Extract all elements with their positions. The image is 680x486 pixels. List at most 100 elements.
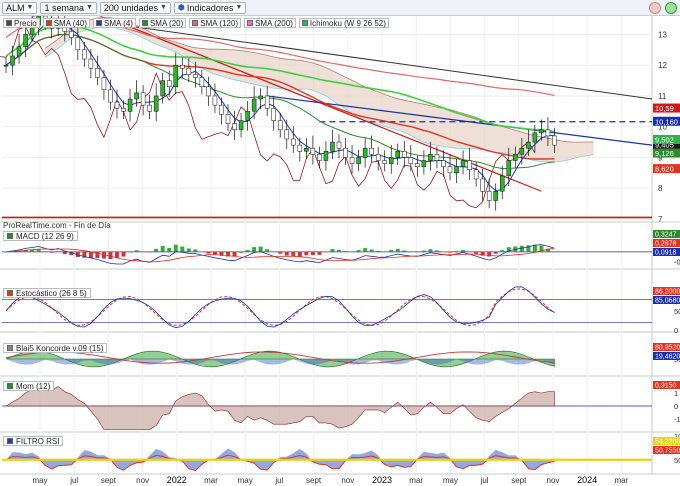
candle-body — [388, 157, 394, 164]
candle-body — [193, 74, 198, 78]
candle-body — [219, 104, 224, 115]
macd-histogram-bar — [265, 249, 270, 252]
candle-body — [277, 120, 283, 131]
chart-canvas: 78910111213may jul sept nov 2022 mar may jul sep… — [0, 16, 680, 486]
candle-body — [421, 160, 427, 167]
panel-title: FILTRO RSI — [16, 436, 60, 446]
legend-item-sma200[interactable]: SMA (200) — [244, 18, 296, 28]
symbol-label: ALM — [6, 2, 25, 13]
panel-swatch — [7, 290, 13, 296]
candle-body — [434, 154, 440, 161]
macd-histogram-bar — [245, 249, 250, 252]
candle-body — [108, 89, 113, 103]
legend-item-sma40[interactable]: SMA (40) — [42, 18, 91, 28]
indicators-button[interactable]: ⬢ Indicadores ▼ — [173, 1, 247, 14]
candle-body — [415, 163, 420, 167]
chevron-down-icon: ▼ — [85, 4, 93, 11]
value-tag-label: 9,502 — [655, 135, 674, 144]
candle-body — [349, 157, 355, 164]
macd-histogram-bar — [291, 251, 296, 257]
candle-body — [382, 160, 387, 164]
y-tick-label: -0,5 — [674, 257, 680, 266]
legend-item-sma120[interactable]: SMA (120) — [189, 18, 242, 28]
candle-body — [552, 135, 557, 146]
legend-swatch — [192, 20, 199, 26]
status-icon[interactable] — [665, 1, 677, 14]
candle-body — [258, 95, 263, 100]
x-tick-label: mar — [409, 476, 423, 485]
panel-swatch — [7, 233, 13, 239]
y-tick-label: 1 — [674, 389, 678, 398]
alert-icon[interactable] — [649, 1, 661, 14]
legend-label: SMA (40) — [53, 18, 88, 28]
candle-body — [317, 154, 322, 161]
macd-histogram-bar — [428, 249, 433, 252]
value-tag-label: 0,3247 — [655, 232, 677, 239]
value-tag-label: 0,0918 — [655, 250, 677, 257]
macd-histogram-bar — [128, 251, 133, 253]
macd-histogram-bar — [88, 251, 93, 259]
legend-item-sma4[interactable]: SMA (4) — [93, 18, 136, 28]
candle-body — [101, 77, 107, 91]
value-tag-label: 10,160 — [655, 117, 678, 126]
macd-histogram-bar — [232, 251, 237, 257]
legend-label: SMA (4) — [104, 18, 133, 28]
x-tick-label: jul — [69, 476, 78, 485]
macd-histogram-bar — [284, 251, 289, 256]
panel-label-momentum[interactable]: Mom (12) — [3, 381, 55, 391]
macd-histogram-bar — [454, 251, 459, 252]
macd-histogram-bar — [297, 251, 302, 257]
macd-histogram-bar — [304, 251, 309, 256]
price-legend: Precio SMA (40) SMA (4) SMA (20) SMA (12… — [3, 18, 389, 28]
y-tick-label: 7 — [658, 215, 663, 224]
macd-histogram-bar — [448, 251, 452, 253]
y-tick-label: 0 — [674, 326, 678, 335]
candle-body — [166, 80, 172, 87]
panel-swatch — [7, 345, 13, 351]
candle-body — [362, 147, 368, 158]
panel-label-rsi-filter[interactable]: FILTRO RSI — [3, 436, 64, 446]
candle-body — [284, 129, 290, 140]
candle-body — [447, 166, 453, 174]
candle-body — [375, 154, 381, 161]
macd-histogram-bar — [56, 251, 61, 252]
panel-label-koncorde[interactable]: Blai5 Koncorde v.09 (15) — [3, 343, 108, 353]
panel-title: Mom (12) — [16, 381, 51, 391]
x-tick-label: mar — [204, 476, 218, 485]
candle-body — [493, 191, 498, 201]
candle-body — [186, 68, 192, 75]
candle-body — [519, 147, 525, 155]
candle-body — [251, 98, 257, 112]
candle-body — [402, 151, 407, 158]
value-tag-label: 80,9520 — [655, 345, 680, 352]
macd-histogram-bar — [461, 249, 466, 252]
panel-label-stochastic[interactable]: Estocástico (26 8 5) — [3, 288, 91, 298]
candle-body — [134, 92, 139, 100]
units-selector[interactable]: 200 unidades ▼ — [99, 1, 171, 14]
candle-body — [114, 101, 120, 109]
period-selector[interactable]: 1 semana ▼ — [40, 1, 97, 14]
legend-item-sma20[interactable]: SMA (20) — [138, 18, 187, 28]
x-tick-label: 2023 — [372, 475, 392, 485]
value-tag-label: 0,9150 — [655, 383, 677, 390]
x-tick-label: may — [32, 476, 47, 485]
candle-body — [264, 95, 270, 109]
symbol-selector[interactable]: ALM ▼ — [2, 1, 38, 14]
legend-item-price[interactable]: Precio — [3, 18, 40, 28]
legend-item-ichimoku[interactable]: Ichimoku (W 9 26 52) — [298, 18, 389, 28]
x-tick-label: mar — [615, 476, 629, 485]
macd-histogram-bar — [369, 249, 374, 252]
candle-body — [323, 151, 329, 161]
candle-body — [336, 141, 342, 149]
candle-body — [199, 77, 205, 87]
legend-swatch — [96, 20, 103, 26]
y-tick-label: 50 — [674, 456, 680, 465]
candle-body — [513, 154, 518, 161]
candle-body — [395, 151, 401, 158]
macd-histogram-bar — [421, 250, 426, 252]
panel-label-macd[interactable]: MACD (12 26 9) — [3, 231, 78, 241]
y-tick-label: 0 — [674, 402, 678, 411]
candle-body — [480, 178, 485, 192]
macd-histogram-bar — [239, 251, 244, 253]
panel-title: Estocástico (26 8 5) — [16, 288, 87, 298]
